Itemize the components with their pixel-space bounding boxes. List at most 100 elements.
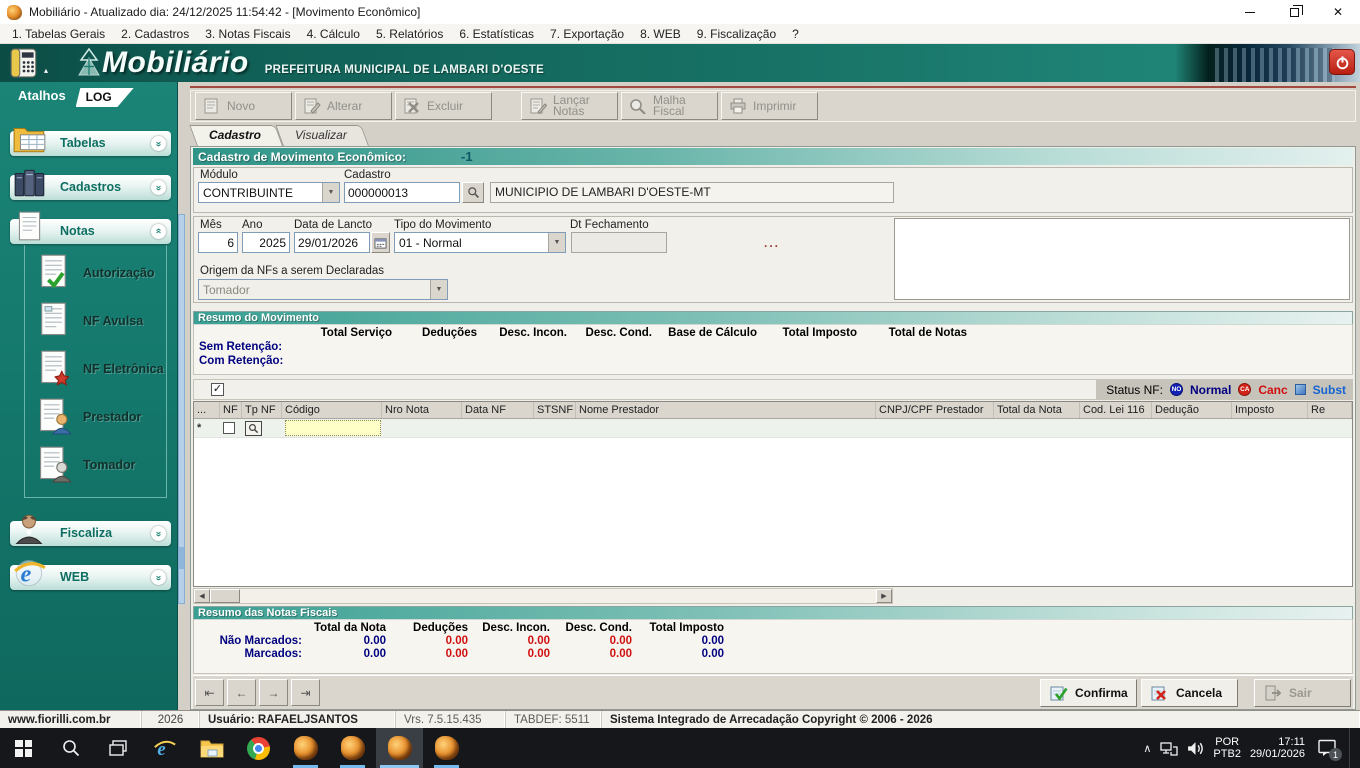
lancar-notas-button[interactable]: Lançar Notas	[521, 92, 618, 120]
grid-col-cod-lei[interactable]: Cod. Lei 116	[1080, 402, 1152, 418]
sidebar-item-nf-eletronica[interactable]: NF Eletrônica	[25, 345, 166, 393]
row-checkbox[interactable]	[223, 422, 235, 434]
grid-col-cnpj-prestador[interactable]: CNPJ/CPF Prestador	[876, 402, 994, 418]
show-desktop-button[interactable]	[1349, 728, 1354, 768]
origem-select[interactable]: Tomador ▼	[198, 279, 448, 300]
excluir-button[interactable]: Excluir	[395, 92, 492, 120]
grid-col-dots[interactable]: ...	[194, 402, 220, 418]
sidebar-item-nf-avulsa[interactable]: NF Avulsa	[25, 297, 166, 345]
fiscaliza-expand-chevron-icon[interactable]: »	[151, 526, 166, 541]
tray-overflow-chevron-icon[interactable]: ∧	[1143, 742, 1151, 755]
menu-tabelas-gerais[interactable]: 1. Tabelas Gerais	[4, 25, 113, 43]
taskbar-fiorilli-app-1[interactable]	[282, 728, 329, 768]
tipo-movimento-select[interactable]: 01 - Normal ▼	[394, 232, 566, 253]
task-view-button[interactable]	[94, 728, 141, 768]
grid-col-total-nota[interactable]: Total da Nota	[994, 402, 1080, 418]
menu-fiscalizacao[interactable]: 9. Fiscalização	[689, 25, 784, 43]
panel-splitter[interactable]	[178, 82, 185, 710]
calendar-button[interactable]	[371, 232, 390, 253]
grid-empty-area[interactable]	[194, 438, 1352, 586]
splitter-handle[interactable]	[178, 214, 185, 604]
alterar-button[interactable]: Alterar	[295, 92, 392, 120]
menu-calculo[interactable]: 4. Cálculo	[299, 25, 368, 43]
taskbar-fiorilli-app-4[interactable]	[423, 728, 470, 768]
menu-cadastros[interactable]: 2. Cadastros	[113, 25, 197, 43]
imprimir-button[interactable]: Imprimir	[721, 92, 818, 120]
taskbar-explorer-button[interactable]	[188, 728, 235, 768]
taskbar-fiorilli-app-3-active[interactable]	[376, 728, 423, 768]
sidebar-item-autorizacao[interactable]: Autorização	[25, 249, 166, 297]
grid-col-deducao[interactable]: Dedução	[1152, 402, 1232, 418]
tab-log[interactable]: LOG	[76, 88, 134, 107]
scroll-thumb[interactable]	[210, 589, 240, 603]
speaker-icon[interactable]	[1187, 741, 1204, 756]
grid-col-codigo[interactable]: Código	[282, 402, 382, 418]
cadastros-expand-chevron-icon[interactable]: »	[151, 180, 166, 195]
tab-cadastro[interactable]: Cadastro	[197, 125, 283, 146]
grid-col-nome-prestador[interactable]: Nome Prestador	[576, 402, 876, 418]
restore-button[interactable]	[1272, 0, 1316, 24]
more-options-dots[interactable]: ...	[667, 236, 877, 250]
menu-web[interactable]: 8. WEB	[632, 25, 689, 43]
language-indicator[interactable]: POR PTB2	[1213, 736, 1241, 760]
tab-visualizar[interactable]: Visualizar	[283, 125, 369, 146]
scroll-track[interactable]	[240, 589, 876, 603]
sidebar-item-tabelas[interactable]: Tabelas »	[10, 131, 171, 156]
grid-hscrollbar[interactable]: ◀ ▶	[193, 588, 893, 604]
menu-relatorios[interactable]: 5. Relatórios	[368, 25, 451, 43]
sidebar-item-tomador[interactable]: Tomador	[25, 441, 166, 489]
origem-dropdown-arrow-icon[interactable]: ▼	[430, 280, 447, 299]
clock[interactable]: 17:11 29/01/2026	[1250, 736, 1305, 760]
select-all-checkbox[interactable]: ✓	[211, 383, 224, 396]
ano-input[interactable]	[242, 232, 290, 253]
minimize-button[interactable]	[1228, 0, 1272, 24]
grid-col-data-nf[interactable]: Data NF	[462, 402, 534, 418]
confirma-button[interactable]: Confirma	[1040, 679, 1137, 707]
tipo-dropdown-arrow-icon[interactable]: ▼	[548, 233, 565, 252]
grid-col-nro-nota[interactable]: Nro Nota	[382, 402, 462, 418]
malha-fiscal-button[interactable]: Malha Fiscal	[621, 92, 718, 120]
modulo-select[interactable]: CONTRIBUINTE ▼	[198, 182, 340, 203]
cadastro-input[interactable]	[344, 182, 460, 203]
grid-col-tpnf[interactable]: Tp NF	[242, 402, 282, 418]
action-center-button[interactable]: 1	[1314, 735, 1340, 761]
nav-previous-button[interactable]: ←	[227, 679, 256, 706]
observacao-memo-box[interactable]	[894, 218, 1350, 300]
grid-col-stsnf[interactable]: STSNF	[534, 402, 576, 418]
notas-collapse-chevron-icon[interactable]: »	[151, 224, 166, 239]
close-button[interactable]: ✕	[1316, 0, 1360, 24]
network-icon[interactable]	[1160, 741, 1178, 756]
dt-fechamento-input[interactable]	[571, 232, 667, 253]
sidebar-item-web[interactable]: e WEB »	[10, 565, 171, 590]
power-exit-button[interactable]	[1329, 49, 1355, 75]
nav-last-button[interactable]: ⇥	[291, 679, 320, 706]
codigo-edit-cell[interactable]	[285, 420, 381, 436]
menu-estatisticas[interactable]: 6. Estatísticas	[451, 25, 542, 43]
scroll-left-button[interactable]: ◀	[194, 589, 210, 603]
grid-col-nf[interactable]: NF	[220, 402, 242, 418]
nav-first-button[interactable]: ⇤	[195, 679, 224, 706]
cadastro-search-button[interactable]	[462, 182, 484, 203]
grid-col-imposto[interactable]: Imposto	[1232, 402, 1308, 418]
nav-next-button[interactable]: →	[259, 679, 288, 706]
scroll-right-button[interactable]: ▶	[876, 589, 892, 603]
sidebar-item-prestador[interactable]: Prestador	[25, 393, 166, 441]
data-lancto-input[interactable]	[294, 232, 370, 253]
taskbar-chrome-button[interactable]	[235, 728, 282, 768]
mes-input[interactable]	[198, 232, 238, 253]
web-expand-chevron-icon[interactable]: »	[151, 570, 166, 585]
menu-help[interactable]: ?	[784, 25, 807, 43]
sidebar-item-fiscaliza[interactable]: Fiscaliza »	[10, 521, 171, 546]
novo-button[interactable]: Novo	[195, 92, 292, 120]
start-button[interactable]	[0, 728, 47, 768]
modulo-dropdown-arrow-icon[interactable]: ▼	[322, 183, 339, 202]
sidebar-item-cadastros[interactable]: Cadastros »	[10, 175, 171, 200]
sair-button[interactable]: Sair	[1254, 679, 1351, 707]
taskbar-ie-button[interactable]: e	[141, 728, 188, 768]
menu-notas-fiscais[interactable]: 3. Notas Fiscais	[197, 25, 298, 43]
menu-exportacao[interactable]: 7. Exportação	[542, 25, 632, 43]
tabelas-expand-chevron-icon[interactable]: »	[151, 136, 166, 151]
grid-col-re[interactable]: Re	[1308, 402, 1352, 418]
row-search-button[interactable]	[245, 421, 262, 436]
taskbar-search-button[interactable]	[47, 728, 94, 768]
